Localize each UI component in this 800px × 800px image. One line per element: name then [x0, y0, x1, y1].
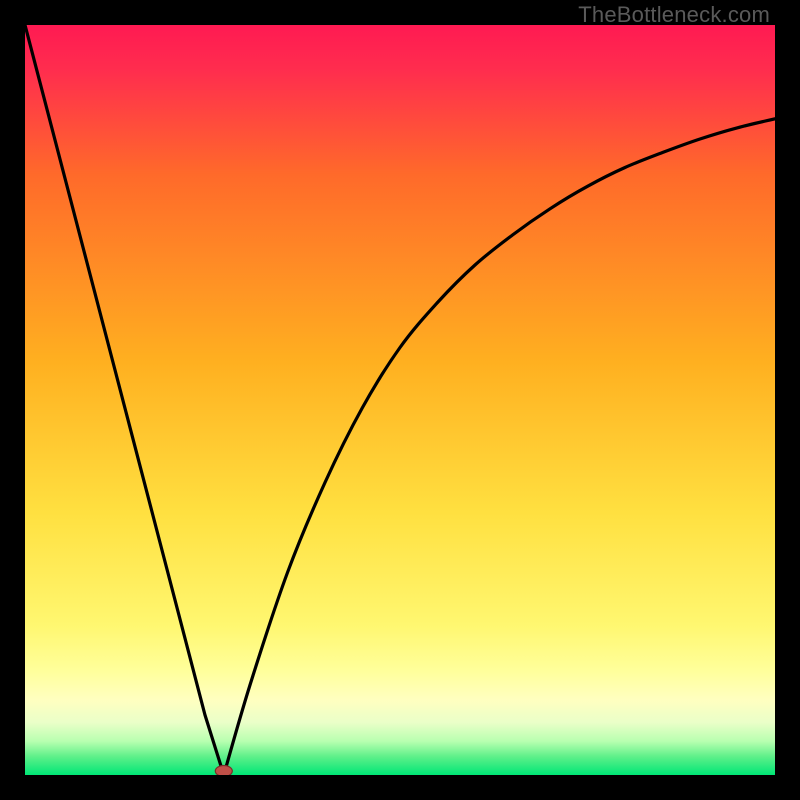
- watermark-text: TheBottleneck.com: [578, 2, 770, 28]
- gradient-background: [25, 25, 775, 775]
- min-marker: [215, 766, 232, 776]
- chart-frame: [25, 25, 775, 775]
- chart-svg: [25, 25, 775, 775]
